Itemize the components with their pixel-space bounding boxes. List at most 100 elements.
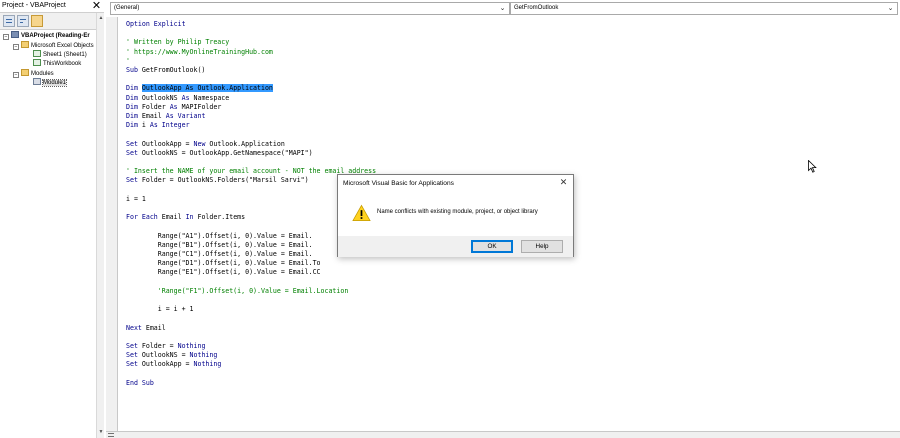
code-token: OutlookApp = (141, 360, 194, 369)
code-line[interactable]: Dim i As Integer (126, 121, 190, 130)
dialog-message: Name conflicts with existing module, pro… (377, 209, 538, 215)
code-token: Option Explicit (126, 20, 186, 28)
code-line[interactable]: ' Written by Philip Treacy (126, 38, 229, 47)
code-line[interactable]: Set OutlookApp = New Outlook.Application (126, 140, 285, 149)
mouse-pointer-icon (808, 160, 817, 173)
code-line[interactable]: ' https://www.MyOnlineTrainingHub.com (126, 48, 273, 57)
code-token: Set (126, 360, 142, 369)
code-token: In (185, 213, 198, 222)
code-line[interactable]: Range("C1").Offset(i, 0).Value = Email. (126, 250, 313, 259)
tree-item-thisworkbook[interactable]: ThisWorkbook (33, 59, 81, 68)
code-token: Dim (126, 84, 142, 93)
code-line[interactable]: Dim OutlookNS As Namespace (126, 94, 229, 103)
code-line[interactable]: Dim Folder As MAPIFolder (126, 103, 221, 112)
code-token: As Integer (149, 121, 190, 130)
procedure-dropdown-value: GetFromOutlook (514, 5, 559, 11)
view-code-icon[interactable] (3, 15, 15, 27)
code-line[interactable]: Option Explicit (126, 20, 186, 29)
code-line[interactable]: i = 1 (126, 195, 146, 204)
code-token: Set (126, 342, 142, 350)
chevron-down-icon[interactable]: ⌄ (498, 4, 507, 13)
code-token: 'Range("F1").Offset(i, 0).Value = Email.… (126, 286, 349, 295)
code-margin-indicator-bar[interactable] (106, 17, 118, 438)
project-tree-scrollbar[interactable]: ▲ ▼ (96, 13, 104, 438)
code-token: As (181, 93, 194, 102)
code-token: Next (126, 323, 146, 332)
project-icon (11, 31, 19, 38)
code-line[interactable]: Range("D1").Offset(i, 0).Value = Email.T… (126, 259, 321, 268)
code-token: Email (141, 112, 166, 120)
code-line[interactable]: Range("E1").Offset(i, 0).Value = Email.C… (126, 268, 321, 277)
code-token: ' Written by Philip Treacy (126, 38, 230, 47)
code-line[interactable]: Set Folder = OutlookNS.Folders("Marsil S… (126, 176, 309, 185)
code-line[interactable]: i = i + 1 (126, 305, 194, 314)
help-button[interactable]: Help (521, 240, 563, 253)
code-line[interactable]: Dim OutlookApp As Outlook.Application (126, 84, 273, 93)
code-token: Namespace (193, 93, 230, 102)
code-token: OutlookApp = (141, 139, 194, 148)
tree-item-label: Sheet1 (Sheet1) (43, 52, 87, 58)
code-token: Folder = OutlookNS.Folders("Marsil Sarvi… (141, 176, 309, 185)
code-line[interactable]: Set OutlookNS = Nothing (126, 351, 217, 360)
code-line[interactable]: For Each Email In Folder.Items (126, 213, 245, 222)
ok-button[interactable]: OK (471, 240, 513, 253)
code-token: End Sub (126, 378, 154, 387)
close-icon[interactable]: ✕ (558, 177, 569, 188)
view-object-icon[interactable] (17, 15, 29, 27)
warning-icon (352, 204, 371, 221)
code-token: Dim (126, 112, 142, 120)
code-line[interactable]: 'Range("F1").Offset(i, 0).Value = Email.… (126, 286, 349, 296)
tree-item-modules[interactable]: − Modules (13, 69, 54, 78)
tree-item-vbaproject[interactable]: − VBAProject (Reading-Er (3, 31, 90, 40)
code-token: Email (145, 323, 166, 332)
code-line[interactable]: Range("B1").Offset(i, 0).Value = Email. (126, 241, 313, 250)
code-token: MAPIFolder (181, 102, 222, 111)
code-token: i = i + 1 (126, 305, 194, 314)
code-line[interactable]: Set OutlookApp = Nothing (126, 360, 221, 369)
error-dialog: Microsoft Visual Basic for Applications … (337, 174, 574, 257)
code-line[interactable]: Dim Email As Variant (126, 112, 205, 121)
code-line[interactable]: End Sub (126, 379, 154, 388)
tree-item-label: Modules (31, 71, 54, 77)
tree-item-label: VBAProject (Reading-Er (21, 33, 90, 39)
code-token: Range("D1").Offset(i, 0).Value = Email.T… (126, 259, 321, 268)
view-toggle-icon[interactable] (108, 433, 114, 437)
tree-item-module1[interactable]: Module1 (33, 78, 68, 87)
code-token: ' https://www.MyOnlineTrainingHub.com (126, 47, 273, 56)
close-icon[interactable]: ✕ (91, 0, 102, 12)
chevron-down-icon[interactable]: ⌄ (886, 4, 895, 13)
code-line[interactable]: Next Email (126, 324, 166, 333)
code-token: Range("B1").Offset(i, 0).Value = Email. (126, 240, 313, 249)
procedure-dropdown[interactable]: GetFromOutlook ⌄ (510, 2, 898, 15)
code-line[interactable]: ' (126, 57, 130, 66)
code-token: Nothing (177, 342, 206, 350)
code-token: For Each (126, 213, 162, 222)
code-line[interactable]: Range("A1").Offset(i, 0).Value = Email. (126, 232, 313, 241)
object-dropdown[interactable]: (General) ⌄ (110, 2, 510, 15)
object-dropdown-value: (General) (114, 5, 140, 11)
code-token: Set (126, 176, 142, 185)
code-token: Range("A1").Offset(i, 0).Value = Email. (126, 231, 313, 240)
code-line[interactable]: Sub GetFromOutlook() (126, 66, 205, 75)
tree-item-excel-objects[interactable]: − Microsoft Excel Objects (13, 41, 94, 50)
code-line[interactable]: Set Folder = Nothing (126, 342, 205, 351)
collapse-icon[interactable]: − (13, 44, 19, 50)
folder-icon (21, 41, 29, 48)
code-line[interactable]: Set OutlookNS = OutlookApp.GetNamespace(… (126, 149, 313, 158)
collapse-icon[interactable]: − (13, 72, 19, 78)
code-token: Set (126, 139, 142, 148)
code-token: OutlookNS = (141, 351, 190, 360)
dialog-title: Microsoft Visual Basic for Applications (343, 180, 454, 187)
worksheet-icon (33, 50, 41, 57)
code-token: New (193, 139, 210, 148)
project-explorer-title: Project - VBAProject (2, 2, 66, 9)
code-token: i = 1 (126, 194, 146, 203)
scroll-down-icon[interactable]: ▼ (98, 429, 104, 435)
project-explorer-title-bar: Project - VBAProject ✕ (0, 0, 104, 13)
project-explorer: Project - VBAProject ✕ − VBAProject (Read… (0, 0, 104, 438)
scroll-up-icon[interactable]: ▲ (98, 15, 104, 21)
collapse-icon[interactable]: − (3, 34, 9, 40)
code-token: Range("E1").Offset(i, 0).Value = Email.C… (126, 268, 321, 277)
toggle-folders-icon[interactable] (31, 15, 43, 27)
tree-item-sheet1[interactable]: Sheet1 (Sheet1) (33, 50, 87, 59)
